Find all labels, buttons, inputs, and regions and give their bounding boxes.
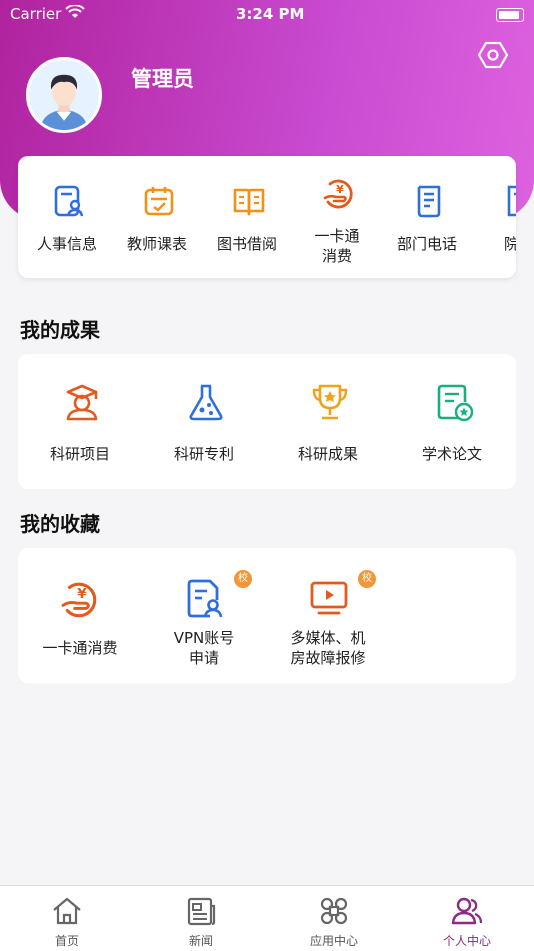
favorites-title: 我的收藏 — [20, 512, 100, 536]
carrier-label: Carrier — [10, 5, 62, 23]
favorite-vpn-application[interactable]: 校 VPN账号 申请 — [142, 548, 266, 683]
favorite-label-line: VPN账号 — [173, 629, 235, 647]
quick-item-schedule[interactable]: 教师课表 — [112, 156, 202, 278]
graduate-icon — [66, 384, 98, 421]
department-icon — [507, 185, 516, 217]
profile-icon — [451, 897, 483, 925]
achievement-label: 科研专利 — [173, 445, 234, 463]
achievements-card: 科研项目 科研专利 科研成果 学术论文 — [18, 354, 516, 489]
avatar[interactable] — [26, 57, 102, 133]
favorite-label-line: 申请 — [188, 649, 219, 667]
quick-item-library[interactable]: 图书借阅 — [202, 156, 292, 278]
apps-icon — [320, 897, 348, 925]
clock: 3:24 PM — [236, 5, 305, 23]
battery-icon — [496, 8, 524, 22]
quick-actions-bar: 人事信息 教师课表 图书借阅 ¥ 一卡通 消费 部门电话 院 — [18, 156, 516, 278]
tab-news[interactable]: 新闻 — [134, 886, 268, 951]
news-icon — [187, 897, 216, 926]
quick-item-label: 部门电话 — [396, 235, 457, 253]
quick-item-department[interactable]: 院系 — [472, 156, 516, 278]
achievement-label: 科研项目 — [49, 445, 110, 463]
svg-text:¥: ¥ — [336, 183, 344, 196]
quick-item-label: 院系 — [504, 235, 516, 253]
quick-item-label: 图书借阅 — [216, 235, 277, 253]
flask-icon — [189, 384, 223, 421]
favorite-media-repair[interactable]: 校 多媒体、机 房故障报修 — [266, 548, 390, 683]
achievement-label: 科研成果 — [297, 445, 358, 463]
tab-home[interactable]: 首页 — [0, 886, 134, 951]
home-icon — [53, 897, 81, 925]
favorites-card: ¥ 一卡通消费 校 VPN账号 申请 校 多媒体、机 房故障报修 — [18, 548, 516, 683]
quick-item-label-line: 消费 — [321, 247, 352, 265]
tab-label: 首页 — [54, 934, 79, 948]
achievement-research-result[interactable]: 科研成果 — [266, 354, 390, 489]
tab-label: 新闻 — [188, 934, 213, 948]
favorite-label: VPN账号 申请 — [134, 628, 274, 668]
favorite-label-line: 房故障报修 — [290, 649, 366, 667]
tab-profile[interactable]: 个人中心 — [400, 886, 534, 951]
username: 管理员 — [131, 67, 194, 91]
favorite-label: 多媒体、机 房故障报修 — [258, 628, 398, 668]
favorite-label: 一卡通消费 — [42, 639, 118, 657]
calendar-icon — [144, 187, 174, 216]
quick-item-label: 一卡通 消费 — [292, 226, 382, 266]
tab-label: 应用中心 — [309, 934, 358, 948]
quick-item-label-line: 一卡通 — [314, 227, 360, 245]
achievement-research-project[interactable]: 科研项目 — [18, 354, 142, 489]
personnel-icon — [54, 185, 84, 217]
achievements-title: 我的成果 — [20, 318, 100, 342]
wifi-icon — [65, 5, 85, 18]
quick-item-phonebook[interactable]: 部门电话 — [382, 156, 472, 278]
tab-label: 个人中心 — [442, 934, 491, 948]
media-repair-icon — [310, 581, 348, 615]
svg-text:¥: ¥ — [77, 586, 87, 602]
vpn-doc-icon — [187, 579, 223, 618]
paper-icon — [437, 384, 474, 422]
card-payment-icon: ¥ — [323, 179, 353, 209]
achievement-label: 学术论文 — [421, 445, 482, 463]
status-bar: Carrier 3:24 PM — [0, 0, 534, 30]
campus-badge: 校 — [234, 570, 252, 588]
favorite-card-payment[interactable]: ¥ 一卡通消费 — [18, 548, 142, 683]
book-icon — [233, 188, 265, 216]
achievement-research-patent[interactable]: 科研专利 — [142, 354, 266, 489]
trophy-icon — [312, 384, 348, 420]
quick-item-label: 人事信息 — [36, 235, 97, 253]
phonebook-icon — [417, 185, 441, 218]
user-avatar-icon — [29, 60, 99, 130]
quick-item-card-payment[interactable]: ¥ 一卡通 消费 — [292, 156, 382, 278]
achievement-academic-paper[interactable]: 学术论文 — [390, 354, 514, 489]
settings-icon[interactable] — [478, 40, 508, 70]
bottom-tab-bar: 首页 新闻 应用中心 个人中心 — [0, 885, 534, 951]
campus-badge: 校 — [358, 570, 376, 588]
tab-apps[interactable]: 应用中心 — [267, 886, 401, 951]
quick-item-personnel[interactable]: 人事信息 — [22, 156, 112, 278]
quick-item-label: 教师课表 — [126, 235, 187, 253]
card-payment-icon: ¥ — [61, 582, 97, 618]
favorite-label-line: 多媒体、机 — [290, 629, 366, 647]
